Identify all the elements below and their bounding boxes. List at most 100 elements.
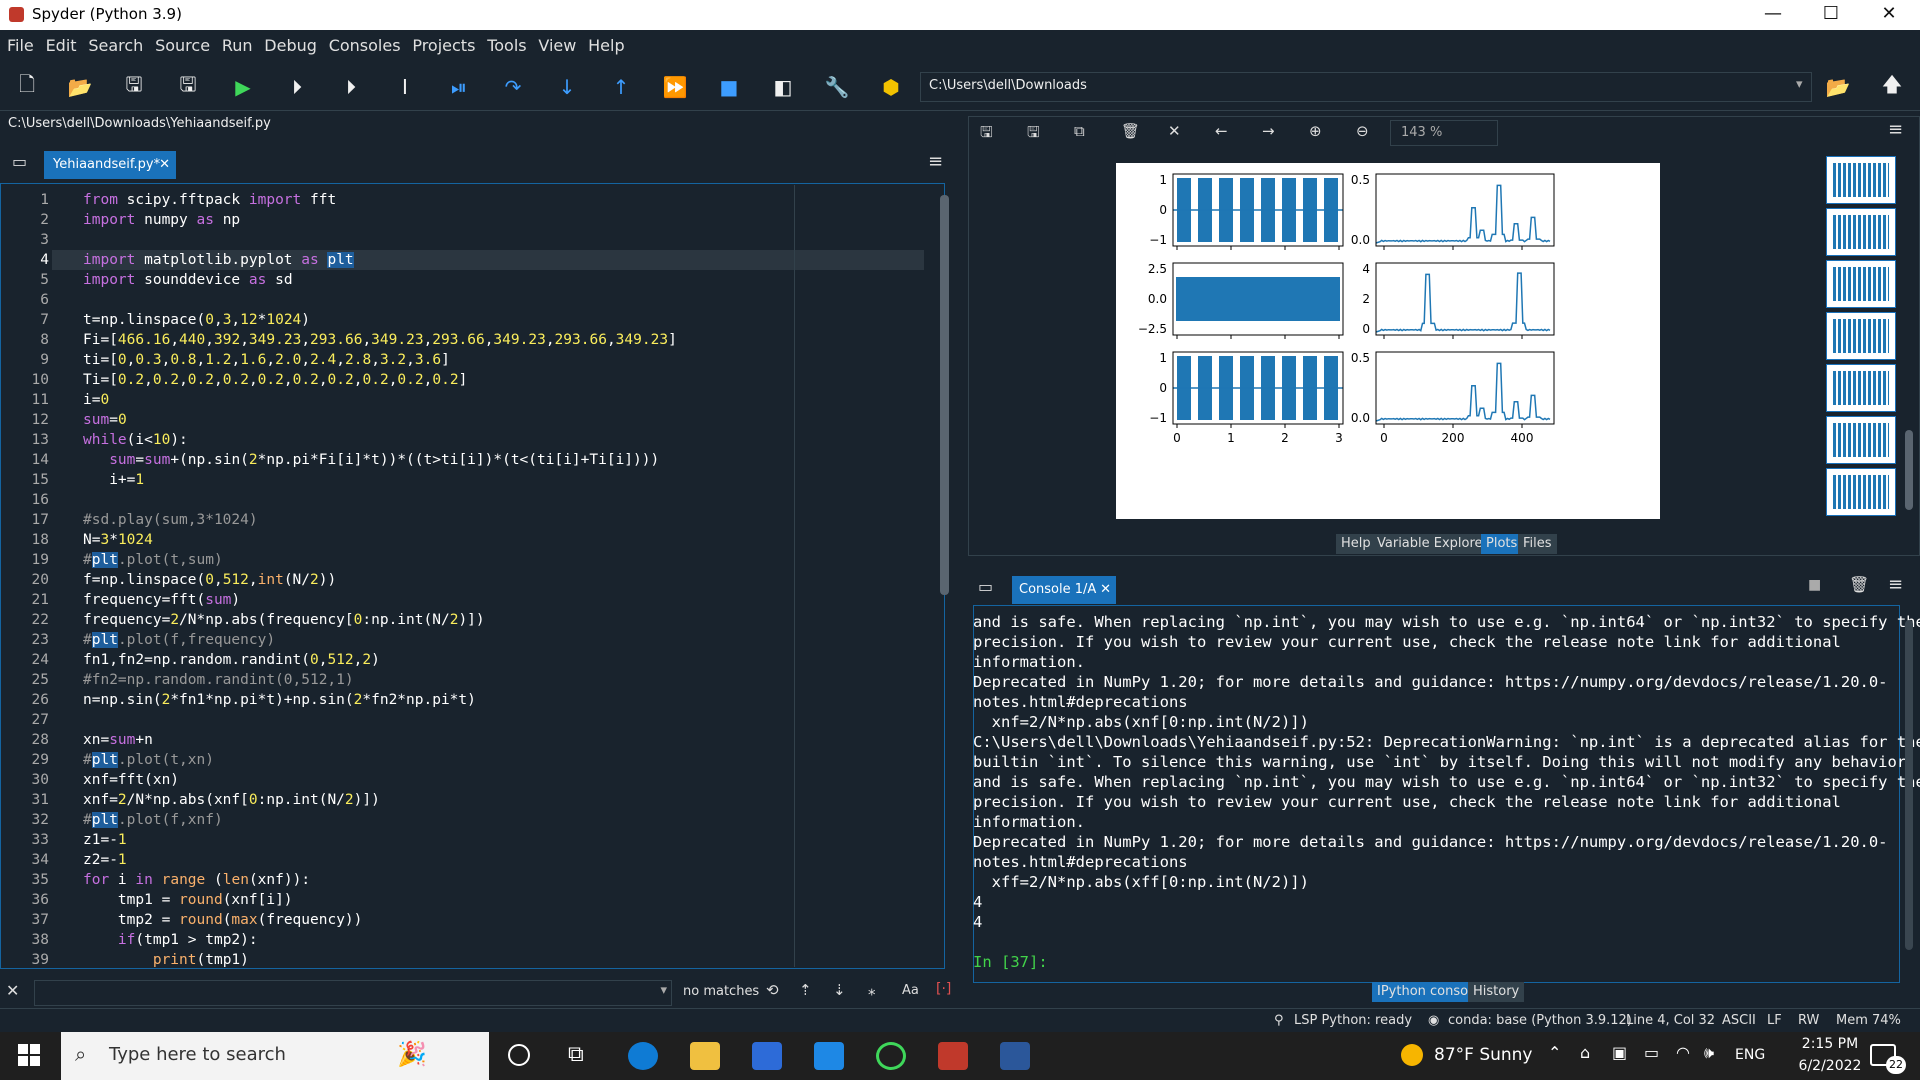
thumbnail-scrollbar[interactable] [1905,430,1913,510]
word-icon[interactable] [1000,1042,1030,1070]
run-cell-icon[interactable]: ⏵ [284,74,310,100]
plots-options-icon[interactable]: ≡ [1888,119,1903,140]
menu-consoles[interactable]: Consoles [329,30,401,62]
plot-save-all-icon[interactable]: 🖫 [1027,122,1040,147]
wifi-icon[interactable]: ◠ [1676,1043,1690,1062]
preferences-wrench-icon[interactable]: 🔧 [824,74,850,100]
minimize-button[interactable]: — [1744,0,1802,30]
zoom-level-input[interactable]: 143 % [1390,120,1498,146]
mail-icon[interactable] [814,1042,844,1070]
tab-plots[interactable]: Plots [1481,534,1523,554]
language-indicator[interactable]: ENG [1735,1047,1765,1063]
chevron-down-icon[interactable]: ▾ [1796,77,1803,92]
clock-time[interactable]: 2:15 PM [1790,1036,1870,1052]
menu-source[interactable]: Source [155,30,210,62]
console-options-icon[interactable]: ≡ [1888,574,1903,595]
editor-options-icon[interactable]: ≡ [928,151,943,172]
cortana-icon[interactable] [508,1044,530,1066]
tab-files[interactable]: Files [1518,534,1557,554]
menu-debug[interactable]: Debug [264,30,317,62]
weather-text[interactable]: 87°F Sunny [1434,1045,1533,1065]
plot-thumbnails[interactable] [1822,152,1902,528]
run-icon[interactable]: ▶ [230,74,256,100]
windows-start-icon[interactable] [18,1044,40,1066]
plot-thumbnail[interactable] [1826,312,1896,360]
open-file-icon[interactable]: 📂 [67,74,93,100]
tab-history[interactable]: History [1468,982,1525,1002]
spyder-taskbar-icon[interactable] [938,1042,968,1070]
close-find-icon[interactable]: ✕ [6,981,19,1000]
menu-search[interactable]: Search [88,30,143,62]
step-icon[interactable]: ↷ [500,74,526,100]
remove-variables-icon[interactable]: 🗑 [1849,575,1869,594]
menu-tools[interactable]: Tools [487,30,526,62]
find-next-icon[interactable]: ⇣ [833,981,846,999]
plot-thumbnail[interactable] [1826,416,1896,464]
stop-debug-icon[interactable]: ■ [716,74,742,100]
plot-thumbnail[interactable] [1826,364,1896,412]
browse-folder-icon[interactable]: 📂 [1825,74,1851,100]
code-text[interactable]: from scipy.fftpack import fft import num… [83,190,677,970]
save-all-icon[interactable]: 🖫 [175,72,201,100]
app-refresh-icon[interactable] [876,1042,906,1070]
interrupt-kernel-icon[interactable]: ■ [1808,577,1821,593]
console-prompt[interactable]: In [37]: [973,952,1893,972]
continue-icon[interactable]: ⏩ [662,74,688,100]
python-path-icon[interactable]: ⬢ [878,74,904,100]
menu-edit[interactable]: Edit [46,30,77,62]
menu-view[interactable]: View [538,30,576,62]
find-input[interactable]: ▾ [34,980,672,1006]
tray-chevron-icon[interactable]: ⌃ [1548,1043,1561,1062]
battery-icon[interactable]: ▭ [1644,1043,1659,1062]
plot-next-icon[interactable]: → [1262,122,1275,140]
close-tab-icon[interactable]: ✕ [159,151,170,179]
plot-thumbnail[interactable] [1826,156,1896,204]
menu-help[interactable]: Help [588,30,624,62]
step-into-icon[interactable]: ↓ [554,74,580,100]
close-console-icon[interactable]: ✕ [1100,576,1111,604]
plot-save-icon[interactable]: 🖫 [980,122,993,147]
step-return-icon[interactable]: ↑ [608,74,634,100]
conda-env[interactable]: conda: base (Python 3.9.12) [1448,1013,1632,1028]
editor-tab[interactable]: Yehiaandseif.py* ✕ [44,151,176,179]
volume-icon[interactable]: 🕪 [1704,1043,1714,1063]
tray-app-icon[interactable]: ▣ [1612,1043,1627,1062]
zoom-in-icon[interactable]: ⊕ [1309,122,1322,140]
taskbar-search-box[interactable]: ⌕ Type here to search 🎉 [61,1032,489,1080]
find-refresh-icon[interactable]: ⟲ [766,981,779,999]
whole-word-toggle-icon[interactable]: [·] [936,981,951,997]
find-history-chevron-icon[interactable]: ▾ [660,983,667,998]
menu-projects[interactable]: Projects [412,30,475,62]
console-browse-tabs-icon[interactable]: ▭ [978,577,993,596]
parent-dir-icon[interactable]: 🡅 [1879,72,1905,100]
plot-delete-all-icon[interactable]: ✕ [1168,122,1181,140]
menu-file[interactable]: File [7,30,34,62]
plot-thumbnail[interactable] [1826,260,1896,308]
console-scrollbar[interactable] [1905,620,1913,950]
browse-tabs-icon[interactable]: ▭ [12,152,27,171]
clock-date[interactable]: 6/2/2022 [1790,1058,1870,1074]
file-explorer-icon[interactable] [690,1042,720,1070]
regex-toggle-icon[interactable]: ⁎ [868,981,876,999]
lsp-status[interactable]: LSP Python: ready [1294,1013,1412,1028]
save-icon[interactable]: 🖫 [121,72,147,100]
maximize-pane-icon[interactable]: ◧ [770,74,796,100]
plot-delete-icon[interactable]: 🗑 [1121,122,1140,140]
plot-thumbnail[interactable] [1826,208,1896,256]
microsoft-store-icon[interactable] [752,1042,782,1070]
zoom-out-icon[interactable]: ⊖ [1356,122,1369,140]
case-sensitive-toggle[interactable]: Aa [902,983,919,998]
find-previous-icon[interactable]: ⇡ [799,981,812,999]
tray-device-icon[interactable]: ⌂ [1580,1043,1590,1062]
tab-help[interactable]: Help [1336,534,1376,554]
working-directory-input[interactable]: C:\Users\dell\Downloads ▾ [920,72,1812,102]
new-file-icon[interactable]: 🗋 [14,72,40,100]
maximize-button[interactable]: ☐ [1802,0,1860,30]
plot-copy-icon[interactable]: ⧉ [1074,122,1085,140]
debug-icon[interactable]: ⏯ [446,74,472,100]
run-selection-icon[interactable]: I [392,74,418,100]
editor-scrollbar[interactable] [940,195,949,595]
menu-run[interactable]: Run [222,30,253,62]
task-view-icon[interactable]: ⧉ [568,1042,584,1067]
plot-previous-icon[interactable]: ← [1215,122,1228,140]
